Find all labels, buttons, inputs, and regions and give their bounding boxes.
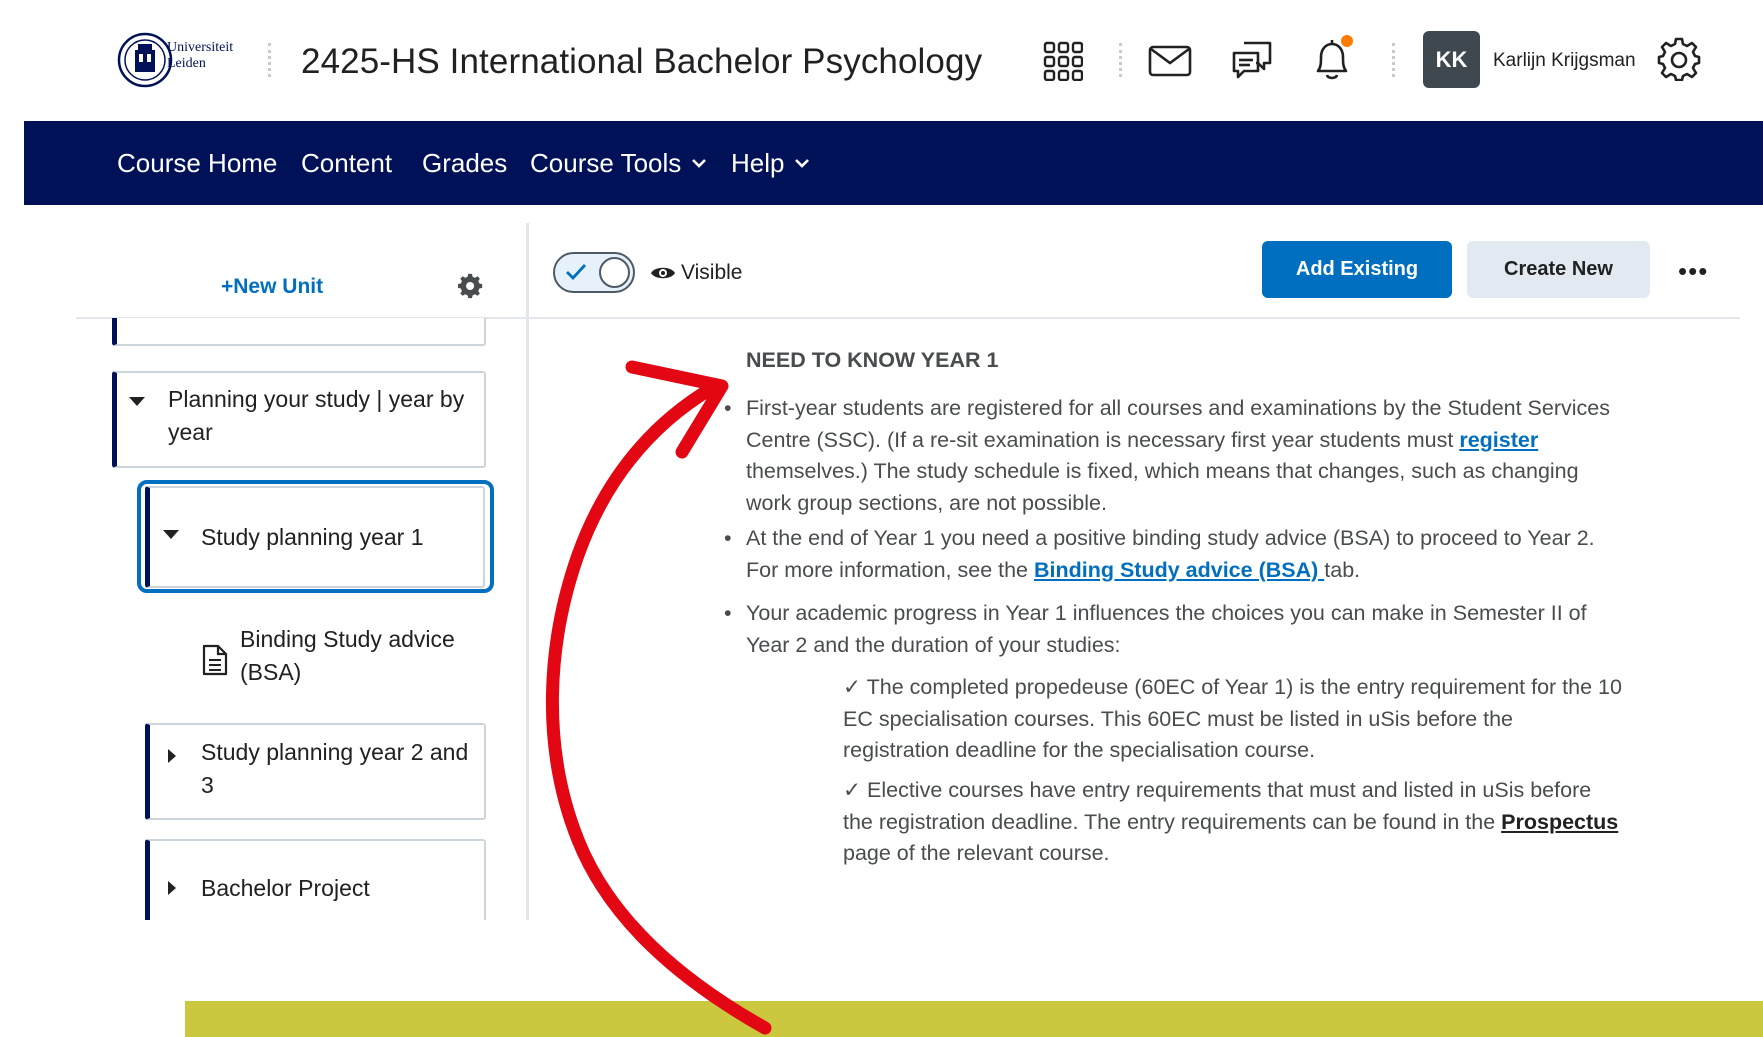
- check-icon: ✓: [843, 675, 862, 699]
- sidebar-item-planning-your-study[interactable]: Planning your study | year by year: [112, 371, 486, 468]
- caret-right-icon[interactable]: [168, 881, 176, 895]
- sidebar-item-label: Study planning year 2 and 3: [201, 739, 469, 798]
- topic-content: NEED TO KNOW YEAR 1 • First-year students…: [529, 319, 1763, 920]
- check-icon: ✓: [843, 778, 862, 802]
- header-divider: [1119, 43, 1122, 77]
- header-divider: [268, 43, 271, 77]
- check-item-propedeuse: ✓ The completed propedeuse (60EC of Year…: [843, 672, 1623, 767]
- highlight-band: [185, 1001, 1763, 1037]
- more-options-button[interactable]: •••: [1678, 256, 1708, 287]
- register-link[interactable]: register: [1459, 428, 1538, 452]
- create-new-button[interactable]: Create New: [1467, 241, 1650, 298]
- bullet-dot: •: [724, 396, 732, 420]
- sidebar-item-bachelor-project[interactable]: Bachelor Project: [145, 839, 486, 920]
- content-tree-sidebar: +New Unit Planning your study | year by …: [0, 205, 527, 920]
- course-navbar: Course Home Content Grades Course Tools …: [24, 121, 1763, 205]
- sidebar-item-label: Planning your study | year by year: [168, 386, 465, 445]
- nav-course-home[interactable]: Course Home: [117, 121, 277, 205]
- sidebar-item-label: Bachelor Project: [201, 875, 370, 901]
- gear-icon[interactable]: [1656, 36, 1702, 82]
- toggle-knob: [599, 257, 630, 288]
- avatar[interactable]: KK: [1423, 31, 1480, 88]
- checkmark-icon: [566, 264, 587, 281]
- chevron-down-icon: [692, 159, 707, 168]
- chat-icon[interactable]: [1228, 36, 1276, 86]
- check-item-electives: ✓ Elective courses have entry requiremen…: [843, 775, 1623, 870]
- mail-icon[interactable]: [1145, 38, 1195, 84]
- new-unit-label: New Unit: [233, 275, 324, 298]
- plus-icon: +: [221, 275, 234, 298]
- bullet-text: themselves.) The study schedule is fixed…: [746, 459, 1579, 515]
- header-divider: [1392, 43, 1395, 77]
- user-name[interactable]: Karlijn Krijgsman: [1493, 50, 1636, 72]
- top-header: Universiteit Leiden 2425-HS Internationa…: [0, 0, 1763, 120]
- document-icon: [202, 644, 228, 676]
- content-heading: NEED TO KNOW YEAR 1: [746, 348, 999, 372]
- bsa-tab-link[interactable]: Binding Study advice (BSA): [1034, 558, 1324, 582]
- bullet-first-year-registration: • First-year students are registered for …: [724, 393, 1616, 519]
- eye-icon: [651, 267, 675, 279]
- check-text: page of the relevant course.: [843, 841, 1110, 865]
- bullet-dot: •: [724, 601, 732, 625]
- visibility-label: Visible: [681, 261, 743, 284]
- visibility-toggle[interactable]: [553, 252, 635, 293]
- nav-course-tools[interactable]: Course Tools: [530, 121, 707, 205]
- sidebar-item-study-planning-year-1[interactable]: Study planning year 1: [145, 486, 485, 588]
- bullet-academic-progress: • Your academic progress in Year 1 influe…: [724, 598, 1616, 661]
- bell-icon[interactable]: [1310, 35, 1354, 84]
- sidebar-item-label: Study planning year 1: [201, 524, 424, 550]
- add-existing-button[interactable]: Add Existing: [1262, 241, 1452, 298]
- caret-down-icon[interactable]: [163, 530, 179, 539]
- course-title[interactable]: 2425-HS International Bachelor Psycholog…: [301, 40, 982, 84]
- bullet-text: Your academic progress in Year 1 influen…: [746, 601, 1587, 657]
- sidebar-item-study-planning-year-2-3[interactable]: Study planning year 2 and 3: [145, 723, 486, 820]
- university-name: Universiteit Leiden: [167, 40, 234, 71]
- nav-grades[interactable]: Grades: [422, 121, 507, 205]
- university-seal-icon[interactable]: [116, 32, 174, 88]
- check-text: The completed propedeuse (60EC of Year 1…: [843, 675, 1622, 762]
- check-text: Elective courses have entry requirements…: [843, 778, 1592, 834]
- sidebar-item-cut-off[interactable]: [112, 318, 486, 346]
- sidebar-item-binding-study-advice[interactable]: Binding Study advice (BSA): [195, 617, 495, 697]
- sidebar-item-label: Binding Study advice (BSA): [240, 626, 455, 685]
- notification-dot: [1341, 35, 1353, 47]
- waffle-icon[interactable]: [1040, 38, 1086, 84]
- nav-help[interactable]: Help: [731, 121, 810, 205]
- chevron-down-icon: [795, 159, 810, 168]
- settings-gear-icon[interactable]: [458, 273, 484, 299]
- bullet-dot: •: [724, 526, 732, 550]
- nav-content[interactable]: Content: [301, 121, 392, 205]
- new-unit-button[interactable]: +New Unit: [221, 275, 323, 299]
- bullet-text: tab.: [1324, 557, 1361, 582]
- caret-right-icon[interactable]: [168, 749, 176, 763]
- bullet-bsa: • At the end of Year 1 you need a positiv…: [724, 523, 1616, 586]
- caret-down-icon[interactable]: [129, 397, 145, 406]
- prospectus-link[interactable]: Prospectus: [1501, 810, 1618, 834]
- nav-help-label: Help: [731, 147, 785, 178]
- nav-course-tools-label: Course Tools: [530, 147, 682, 178]
